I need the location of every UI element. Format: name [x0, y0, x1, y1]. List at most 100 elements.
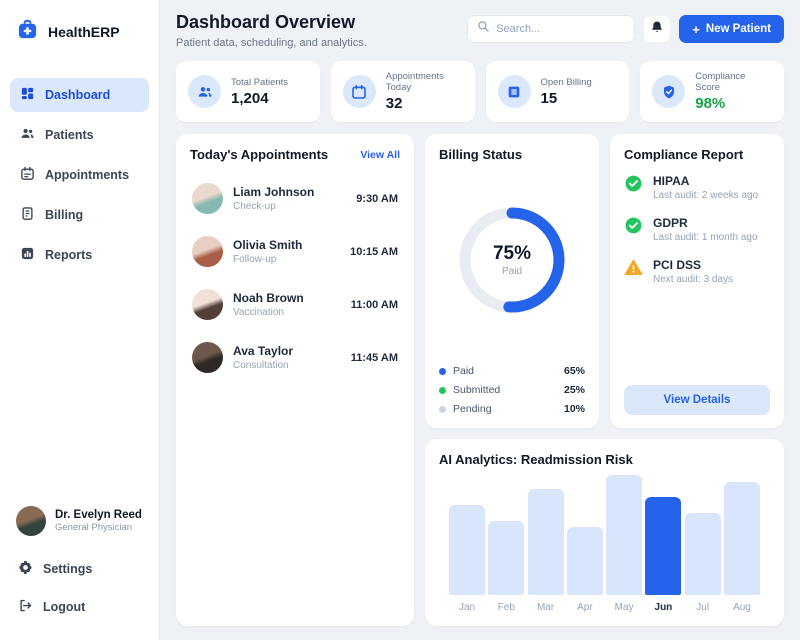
sidebar-item-patients[interactable]: Patients [10, 118, 149, 152]
legend-label: Pending [453, 403, 492, 415]
check-circle-icon [624, 174, 643, 193]
shield-check-icon [652, 75, 685, 108]
new-patient-button[interactable]: + New Patient [679, 15, 784, 43]
sidebar-item-dashboard[interactable]: Dashboard [10, 78, 149, 112]
legend-value: 65% [564, 365, 585, 377]
appointment-time: 9:30 AM [356, 193, 398, 205]
stat-card-total-patients: Total Patients 1,204 [176, 61, 320, 122]
billing-title: Billing Status [439, 147, 585, 162]
legend-value: 25% [564, 384, 585, 396]
legend-row-paid: Paid 65% [439, 365, 585, 377]
appointment-type: Follow-up [233, 254, 302, 265]
compliance-name: PCI DSS [653, 258, 733, 272]
settings-link[interactable]: Settings [0, 550, 159, 588]
bar-apr[interactable] [567, 527, 603, 595]
axis-label: Jun [655, 602, 673, 613]
appointment-time: 10:15 AM [350, 246, 398, 258]
stat-value: 98% [695, 95, 772, 112]
bar-column-jul: Jul [685, 513, 721, 613]
patient-avatar [192, 289, 223, 320]
appointment-type: Vaccination [233, 307, 304, 318]
sidebar-nav: Dashboard Patients Appointments Billing … [0, 78, 159, 272]
bar-jul[interactable] [685, 513, 721, 595]
search-icon [477, 20, 490, 38]
axis-label: Aug [733, 602, 751, 613]
bar-feb[interactable] [488, 521, 524, 595]
bar-column-jun: Jun [645, 497, 681, 613]
appointment-row[interactable]: Ava TaylorConsultation 11:45 AM [190, 331, 400, 384]
search-input[interactable] [496, 23, 625, 35]
calendar-icon [20, 166, 35, 184]
sidebar: HealthERP Dashboard Patients Appointment… [0, 0, 160, 640]
stat-value: 32 [386, 95, 463, 112]
appointments-title: Today's Appointments [190, 147, 328, 162]
compliance-note: Last audit: 1 month ago [653, 232, 758, 243]
stats-row: Total Patients 1,204 Appointments Today … [176, 61, 784, 122]
content-grid: Today's Appointments View All Liam Johns… [176, 134, 784, 626]
user-role: General Physician [55, 522, 142, 533]
appointment-type: Check-up [233, 201, 314, 212]
view-details-button[interactable]: View Details [624, 385, 770, 415]
bell-icon [650, 20, 664, 39]
sidebar-item-label: Billing [45, 208, 83, 222]
appointment-row[interactable]: Noah BrownVaccination 11:00 AM [190, 278, 400, 331]
donut-label: Paid [502, 266, 522, 277]
settings-label: Settings [43, 562, 92, 576]
bar-aug[interactable] [724, 482, 760, 595]
pending-dot [439, 406, 446, 413]
brand: HealthERP [0, 16, 159, 68]
appointment-time: 11:00 AM [351, 299, 398, 311]
bar-jan[interactable] [449, 505, 485, 595]
bar-column-may: May [606, 475, 642, 613]
compliance-name: GDPR [653, 216, 758, 230]
billing-donut-chart: 75% Paid [439, 162, 585, 357]
patient-avatar [192, 183, 223, 214]
user-profile[interactable]: Dr. Evelyn Reed General Physician [0, 496, 159, 550]
readmission-bar-chart: Jan Feb Mar Apr May Jun Jul Aug [439, 467, 770, 613]
logout-icon [18, 598, 33, 616]
view-all-link[interactable]: View All [360, 149, 400, 161]
compliance-list: HIPAALast audit: 2 weeks ago GDPRLast au… [624, 174, 770, 285]
sidebar-item-reports[interactable]: Reports [10, 238, 149, 272]
stat-card-compliance-score: Compliance Score 98% [640, 61, 784, 122]
appointment-row[interactable]: Olivia Smith Follow-up 10:15 AM [190, 225, 400, 278]
new-patient-label: New Patient [706, 23, 771, 35]
page-subtitle: Patient data, scheduling, and analytics. [176, 37, 367, 49]
logout-label: Logout [43, 600, 85, 614]
app-window: HealthERP Dashboard Patients Appointment… [0, 0, 800, 640]
bar-may[interactable] [606, 475, 642, 595]
user-name: Dr. Evelyn Reed [55, 509, 142, 521]
stat-value: 1,204 [231, 90, 288, 107]
stat-label: Appointments Today [386, 71, 463, 93]
appointment-row[interactable]: Liam JohnsonCheck-up 9:30 AM [190, 172, 400, 225]
billing-stat-icon [498, 75, 531, 108]
logout-link[interactable]: Logout [0, 588, 159, 626]
stat-label: Compliance Score [695, 71, 772, 93]
stat-card-open-billing: Open Billing 15 [486, 61, 630, 122]
paid-dot [439, 368, 446, 375]
compliance-item-gdpr: GDPR Last audit: 1 month ago [624, 216, 770, 243]
notifications-button[interactable] [643, 15, 671, 43]
axis-label: Mar [537, 602, 554, 613]
bar-mar[interactable] [528, 489, 564, 595]
topbar: Dashboard Overview Patient data, schedul… [176, 12, 784, 49]
legend-label: Submitted [453, 384, 500, 396]
user-avatar [16, 506, 46, 536]
stat-label: Open Billing [541, 77, 592, 88]
warning-triangle-icon [624, 258, 643, 277]
sidebar-item-billing[interactable]: Billing [10, 198, 149, 232]
analytics-card: AI Analytics: Readmission Risk Jan Feb M… [425, 439, 784, 626]
stat-label: Total Patients [231, 77, 288, 88]
patient-name: Ava Taylor [233, 344, 293, 358]
legend-row-submitted: Submitted 25% [439, 384, 585, 396]
patient-avatar [192, 342, 223, 373]
billing-status-card: Billing Status 75% Paid [425, 134, 599, 428]
bar-column-jan: Jan [449, 505, 485, 613]
compliance-note: Last audit: 2 weeks ago [653, 190, 758, 201]
patient-name: Olivia Smith [233, 238, 302, 252]
sidebar-item-appointments[interactable]: Appointments [10, 158, 149, 192]
appointments-list: Liam JohnsonCheck-up 9:30 AM Olivia Smit… [190, 172, 400, 384]
search-box[interactable] [467, 15, 635, 43]
bar-jun[interactable] [645, 497, 681, 595]
billing-icon [20, 206, 35, 224]
